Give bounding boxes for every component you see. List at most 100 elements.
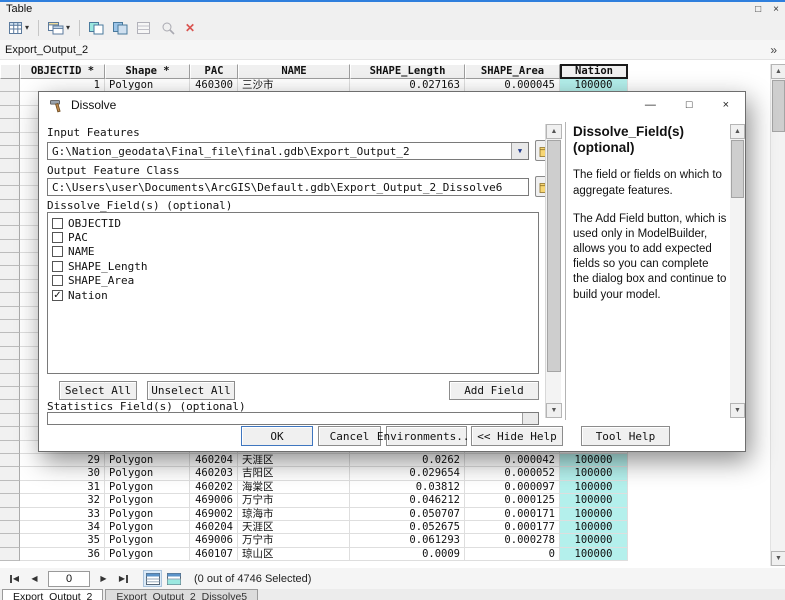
previous-record-button[interactable]: ◀: [26, 571, 43, 586]
row-selector[interactable]: [0, 387, 20, 400]
last-record-button[interactable]: ▶: [115, 571, 132, 586]
row-selector[interactable]: [0, 253, 20, 266]
row-selector[interactable]: [0, 427, 20, 440]
row-selector[interactable]: [0, 494, 20, 507]
dissolve-field-item[interactable]: ✓Nation: [52, 288, 534, 302]
tab-export-output-2-dissolve5[interactable]: Export_Output_2_Dissolve5: [105, 589, 258, 600]
row-selector[interactable]: [0, 548, 20, 561]
column-header-shape-area[interactable]: SHAPE_Area: [465, 64, 560, 79]
scroll-up-icon[interactable]: ▲: [730, 124, 745, 139]
add-field-button[interactable]: Add Field: [449, 381, 539, 400]
show-selected-records-button[interactable]: [164, 570, 183, 587]
help-scrollbar[interactable]: ▲ ▼: [730, 124, 745, 418]
row-selector[interactable]: [0, 534, 20, 547]
ok-button[interactable]: OK: [241, 426, 313, 446]
row-selector[interactable]: [0, 347, 20, 360]
column-header-shape-length[interactable]: SHAPE_Length: [350, 64, 465, 79]
checkbox-icon[interactable]: [52, 232, 63, 243]
overflow-chevron-icon[interactable]: »: [770, 43, 780, 57]
window-titlebar[interactable]: Table □ ×: [0, 2, 785, 16]
input-features-combo[interactable]: G:\Nation_geodata\Final_file\final.gdb\E…: [47, 142, 529, 160]
dissolve-field-item[interactable]: PAC: [52, 230, 534, 244]
combo-dropdown-icon[interactable]: ▼: [511, 143, 528, 159]
dialog-close-icon[interactable]: ×: [723, 99, 729, 111]
next-record-button[interactable]: ▶: [95, 571, 112, 586]
checkbox-icon[interactable]: [52, 246, 63, 257]
table-vertical-scrollbar[interactable]: ▲ ▼: [770, 64, 785, 566]
clear-selection-button[interactable]: [134, 18, 155, 38]
row-selector[interactable]: [0, 441, 20, 454]
first-record-button[interactable]: ◀: [6, 571, 23, 586]
row-selector[interactable]: [0, 360, 20, 373]
statistics-fields-grid[interactable]: [47, 412, 539, 425]
dialog-minimize-icon[interactable]: —: [645, 99, 656, 111]
table-options-button[interactable]: ▾: [6, 18, 32, 38]
row-selector[interactable]: [0, 133, 20, 146]
row-selector[interactable]: [0, 159, 20, 172]
row-selector[interactable]: [0, 266, 20, 279]
row-selector[interactable]: [0, 508, 20, 521]
row-selector[interactable]: [0, 213, 20, 226]
row-selector[interactable]: [0, 186, 20, 199]
select-all-button[interactable]: [110, 18, 131, 38]
hide-help-button[interactable]: << Hide Help: [471, 426, 563, 446]
row-selector[interactable]: [0, 320, 20, 333]
dissolve-fields-listbox[interactable]: OBJECTIDPACNAMESHAPE_LengthSHAPE_Area✓Na…: [47, 212, 539, 374]
dialog-maximize-icon[interactable]: □: [686, 99, 693, 111]
column-header-shape[interactable]: Shape *: [105, 64, 190, 79]
column-header-name[interactable]: NAME: [238, 64, 350, 79]
row-selector[interactable]: [0, 454, 20, 467]
checkbox-icon[interactable]: [52, 261, 63, 272]
row-selector[interactable]: [0, 374, 20, 387]
row-selector[interactable]: [0, 173, 20, 186]
scrollbar-thumb[interactable]: [547, 140, 561, 372]
close-icon[interactable]: ×: [773, 4, 779, 15]
checkbox-icon[interactable]: [52, 218, 63, 229]
dissolve-field-item[interactable]: SHAPE_Length: [52, 259, 534, 273]
select-all-fields-button[interactable]: Select All: [59, 381, 137, 400]
maximize-icon[interactable]: □: [755, 4, 761, 15]
show-all-records-button[interactable]: [143, 570, 162, 587]
row-selector[interactable]: [0, 414, 20, 427]
row-selector[interactable]: [0, 333, 20, 346]
unselect-all-button[interactable]: Unselect All: [147, 381, 235, 400]
checkbox-checked-icon[interactable]: ✓: [52, 290, 63, 301]
zoom-to-selected-button[interactable]: [158, 18, 179, 38]
cancel-button[interactable]: Cancel: [318, 426, 381, 446]
record-number-input[interactable]: 0: [48, 571, 90, 587]
row-selector[interactable]: [0, 92, 20, 105]
delete-selected-button[interactable]: ✕: [182, 18, 198, 38]
row-selector[interactable]: [0, 481, 20, 494]
switch-selection-button[interactable]: [86, 18, 107, 38]
row-selector[interactable]: [0, 240, 20, 253]
row-selector[interactable]: [0, 119, 20, 132]
column-header-objectid[interactable]: OBJECTID *: [20, 64, 105, 79]
tab-export-output-2[interactable]: Export_Output_2: [2, 589, 103, 600]
row-selector[interactable]: [0, 400, 20, 413]
row-selector[interactable]: [0, 467, 20, 480]
scrollbar-thumb[interactable]: [731, 140, 744, 198]
row-selector[interactable]: [0, 280, 20, 293]
scroll-up-icon[interactable]: ▲: [771, 64, 785, 79]
row-selector[interactable]: [0, 521, 20, 534]
scroll-up-icon[interactable]: ▲: [546, 124, 562, 139]
related-tables-button[interactable]: ▾: [45, 18, 73, 38]
environments-button[interactable]: Environments...: [386, 426, 467, 446]
scroll-down-icon[interactable]: ▼: [771, 551, 785, 566]
scroll-down-icon[interactable]: ▼: [730, 403, 745, 418]
row-selector[interactable]: [0, 146, 20, 159]
checkbox-icon[interactable]: [52, 275, 63, 286]
tool-help-button[interactable]: Tool Help: [581, 426, 670, 446]
row-selector-header[interactable]: [0, 64, 20, 79]
scrollbar-thumb[interactable]: [772, 80, 785, 132]
row-selector[interactable]: [0, 200, 20, 213]
row-selector[interactable]: [0, 79, 20, 92]
form-scrollbar[interactable]: ▲ ▼: [545, 124, 561, 418]
dissolve-field-item[interactable]: OBJECTID: [52, 216, 534, 230]
output-feature-class-input[interactable]: C:\Users\user\Documents\ArcGIS\Default.g…: [47, 178, 529, 196]
row-selector[interactable]: [0, 106, 20, 119]
row-selector[interactable]: [0, 293, 20, 306]
dialog-titlebar[interactable]: Dissolve — □ ×: [39, 92, 745, 118]
row-selector[interactable]: [0, 226, 20, 239]
dissolve-field-item[interactable]: SHAPE_Area: [52, 274, 534, 288]
